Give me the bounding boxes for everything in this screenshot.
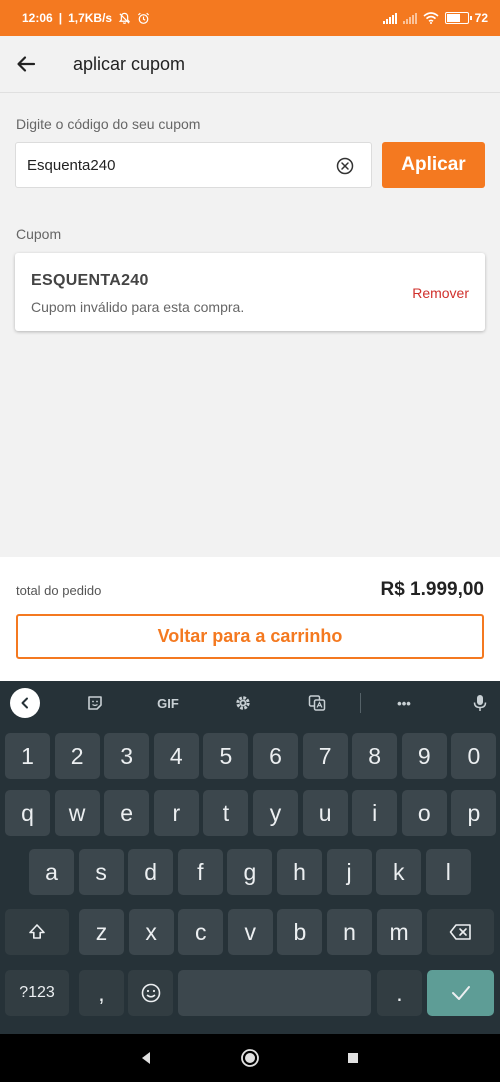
emoji-icon <box>141 983 160 1003</box>
key-t[interactable]: t <box>203 790 249 836</box>
nav-recents-icon[interactable] <box>343 1048 363 1068</box>
shift-key[interactable] <box>5 909 69 955</box>
wifi-icon <box>423 12 439 24</box>
key-h[interactable]: h <box>277 849 322 895</box>
coupon-section-label: Cupom <box>16 226 62 242</box>
space-key[interactable] <box>178 970 371 1016</box>
comma-key[interactable]: , <box>79 970 124 1016</box>
key-9[interactable]: 9 <box>401 733 447 779</box>
coupon-card: ESQUENTA240 Cupom inválido para esta com… <box>15 253 485 331</box>
clear-circle-icon[interactable] <box>335 156 355 176</box>
key-2[interactable]: 2 <box>54 733 100 779</box>
key-r[interactable]: r <box>153 790 199 836</box>
arrow-left-icon <box>17 56 36 72</box>
coupon-error-message: Cupom inválido para esta compra. <box>31 299 245 315</box>
gif-button[interactable]: GIF <box>153 689 183 717</box>
emoji-key[interactable] <box>128 970 173 1016</box>
gear-icon <box>236 696 250 710</box>
key-c[interactable]: c <box>178 909 224 955</box>
checkmark-icon <box>451 986 470 1000</box>
enter-key[interactable] <box>427 970 494 1016</box>
keyboard-collapse-button[interactable] <box>10 688 40 718</box>
sticker-icon <box>88 696 102 710</box>
symbols-key[interactable]: ?123 <box>5 970 69 1016</box>
coupon-input[interactable] <box>16 143 316 187</box>
battery-level: 72 <box>474 11 488 25</box>
key-l[interactable]: l <box>425 849 471 895</box>
order-summary: total do pedido R$ 1.999,00 Voltar para … <box>0 557 500 681</box>
backspace-key[interactable] <box>427 909 494 955</box>
key-j[interactable]: j <box>326 849 372 895</box>
translate-icon <box>308 695 326 711</box>
key-u[interactable]: u <box>302 790 348 836</box>
key-o[interactable]: o <box>401 790 447 836</box>
translate-button[interactable] <box>302 689 332 717</box>
key-e[interactable]: e <box>104 790 150 836</box>
key-6[interactable]: 6 <box>253 733 298 779</box>
key-s[interactable]: s <box>78 849 124 895</box>
status-network-speed: 1,7KB/s <box>68 11 113 25</box>
key-d[interactable]: d <box>128 849 174 895</box>
signal-icon-2 <box>402 12 417 24</box>
back-to-cart-button[interactable]: Voltar para a carrinho <box>16 614 484 659</box>
coupon-input-container <box>15 142 372 188</box>
key-x[interactable]: x <box>128 909 174 955</box>
status-bar: 12:06 | 1,7KB/s 72 <box>0 0 500 36</box>
coupon-field-label: Digite o código do seu cupom <box>16 116 201 132</box>
nav-home-icon[interactable] <box>240 1048 260 1068</box>
chevron-left-icon <box>21 697 28 709</box>
coupon-code: ESQUENTA240 <box>31 272 149 289</box>
key-3[interactable]: 3 <box>104 733 150 779</box>
keyboard-settings-button[interactable] <box>228 689 258 717</box>
key-m[interactable]: m <box>376 909 422 955</box>
key-w[interactable]: w <box>54 790 100 836</box>
key-5[interactable]: 5 <box>203 733 249 779</box>
key-g[interactable]: g <box>227 849 273 895</box>
status-time: 12:06 <box>22 11 53 25</box>
bell-off-icon <box>118 12 131 24</box>
key-a[interactable]: a <box>29 849 74 895</box>
key-8[interactable]: 8 <box>352 733 398 779</box>
back-button[interactable] <box>4 42 48 86</box>
keyboard-toolbar: GIF ••• <box>0 681 500 725</box>
period-key[interactable]: . <box>377 970 422 1016</box>
order-total-value: R$ 1.999,00 <box>380 579 484 600</box>
app-header: aplicar cupom <box>0 36 500 93</box>
key-b[interactable]: b <box>277 909 323 955</box>
more-options-button[interactable]: ••• <box>389 689 419 717</box>
key-p[interactable]: p <box>451 790 497 836</box>
battery-icon <box>444 12 472 24</box>
order-total-label: total do pedido <box>16 583 102 598</box>
key-k[interactable]: k <box>376 849 422 895</box>
page-title: aplicar cupom <box>73 53 186 74</box>
key-n[interactable]: n <box>327 909 372 955</box>
key-4[interactable]: 4 <box>153 733 199 779</box>
toolbar-divider <box>360 693 361 713</box>
voice-input-button[interactable] <box>465 689 495 717</box>
key-y[interactable]: y <box>253 790 298 836</box>
keyboard: GIF ••• 1234567890 qwertyuiop a s d f g … <box>0 681 500 1034</box>
key-f[interactable]: f <box>177 849 223 895</box>
key-v[interactable]: v <box>227 909 273 955</box>
sticker-button[interactable] <box>80 689 110 717</box>
key-i[interactable]: i <box>352 790 398 836</box>
key-0[interactable]: 0 <box>451 733 497 779</box>
nav-back-icon[interactable] <box>137 1048 157 1068</box>
status-separator: | <box>58 11 63 25</box>
remove-coupon-link[interactable]: Remover <box>412 285 469 301</box>
shift-icon <box>29 924 45 939</box>
key-1[interactable]: 1 <box>5 733 50 779</box>
alarm-icon <box>138 12 150 24</box>
apply-coupon-button[interactable]: Aplicar <box>382 142 485 188</box>
signal-icon <box>382 12 397 24</box>
system-navigation-bar <box>0 1034 500 1082</box>
key-7[interactable]: 7 <box>302 733 348 779</box>
backspace-icon <box>449 924 471 940</box>
key-z[interactable]: z <box>79 909 124 955</box>
microphone-icon <box>473 695 487 711</box>
key-q[interactable]: q <box>5 790 50 836</box>
